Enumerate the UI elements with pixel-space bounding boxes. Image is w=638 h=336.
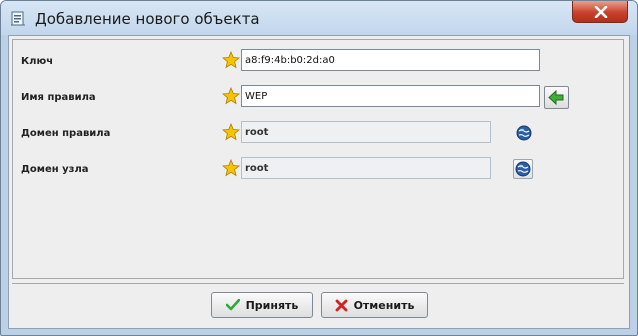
key-label: Ключ [21, 56, 54, 67]
app-icon [11, 11, 25, 26]
dialog-window: Добавление нового объекта Ключ a8:f9:4b:… [0, 0, 638, 336]
required-star-icon [222, 159, 240, 177]
accept-button[interactable]: Принять [211, 292, 313, 318]
node-domain-label: Домен узла [21, 164, 89, 175]
cancel-button[interactable]: Отменить [321, 292, 428, 318]
rule-name-label: Имя правила [21, 92, 96, 103]
select-rule-button[interactable] [544, 86, 569, 109]
required-star-icon [222, 51, 240, 69]
window-title: Добавление нового объекта [35, 10, 260, 28]
globe-icon [515, 161, 531, 177]
required-star-icon [222, 87, 240, 105]
required-star-icon [222, 123, 240, 141]
divider [12, 283, 624, 284]
rule-domain-field: root [241, 121, 491, 143]
accept-button-label: Принять [245, 298, 299, 312]
globe-icon[interactable] [516, 125, 532, 141]
close-icon [594, 6, 608, 18]
red-x-icon [335, 299, 347, 311]
key-field[interactable]: a8:f9:4b:b0:2d:a0 [241, 49, 540, 71]
rule-domain-label: Домен правила [21, 128, 111, 139]
title-bar[interactable]: Добавление нового объекта [1, 1, 637, 35]
node-domain-button[interactable] [513, 159, 533, 179]
rule-name-field[interactable]: WEP [241, 85, 540, 107]
node-domain-field: root [241, 157, 491, 179]
cancel-button-label: Отменить [353, 298, 415, 312]
form-panel: Ключ a8:f9:4b:b0:2d:a0 Имя правила WEP Д… [12, 39, 624, 279]
close-button[interactable] [572, 1, 628, 23]
dialog-content: Ключ a8:f9:4b:b0:2d:a0 Имя правила WEP Д… [8, 35, 630, 329]
green-check-icon [225, 299, 240, 311]
green-left-arrow-icon [548, 89, 564, 106]
